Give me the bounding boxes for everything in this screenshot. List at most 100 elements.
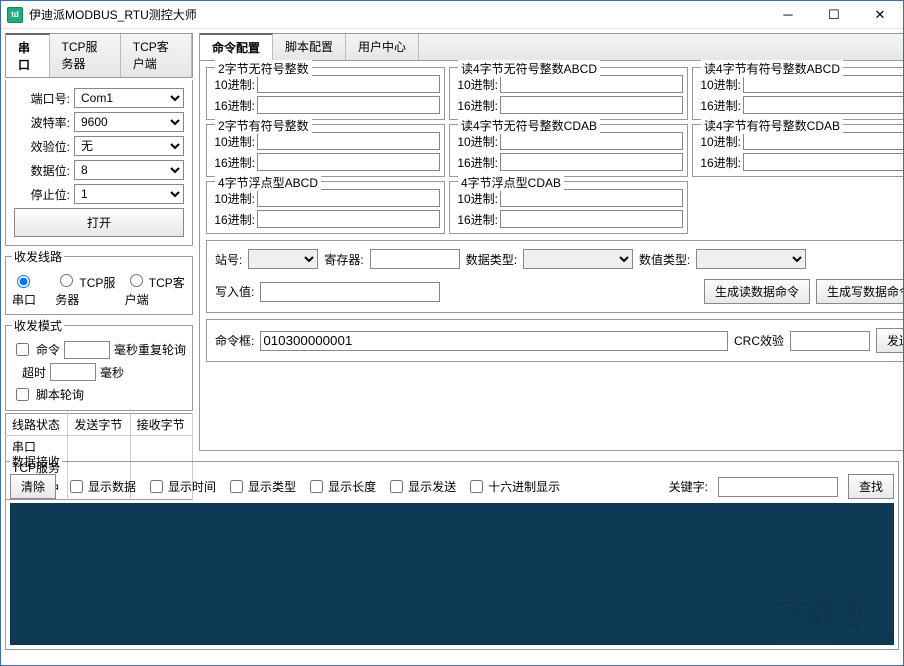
conv-hex-label: 16进制: — [211, 211, 255, 228]
stopbits-select[interactable]: 1 — [74, 184, 184, 204]
conv-title: 读4字节有符号整数ABCD — [701, 60, 843, 77]
conv-box-4: 读4字节无符号整数CDAB10进制:16进制: — [449, 124, 688, 177]
opt-show-data[interactable]: 显示数据 — [66, 477, 136, 496]
conv-dec-input[interactable] — [500, 75, 683, 93]
maximize-button[interactable]: ☐ — [811, 1, 857, 29]
timeout-label: 超时 — [12, 364, 46, 381]
conv-hex-label: 16进制: — [454, 211, 498, 228]
script-checkbox[interactable] — [16, 388, 29, 401]
station-select[interactable] — [248, 249, 318, 269]
minimize-button[interactable]: ─ — [765, 1, 811, 29]
conv-title: 2字节有符号整数 — [215, 117, 312, 134]
tab-script-config[interactable]: 脚本配置 — [273, 34, 346, 60]
keyword-label: 关键字: — [669, 478, 708, 495]
script-check-label: 脚本轮询 — [36, 386, 84, 403]
opt-show-send[interactable]: 显示发送 — [386, 477, 456, 496]
conv-dec-input[interactable] — [743, 75, 903, 93]
cmdframe-input[interactable] — [260, 331, 728, 351]
conv-hex-label: 16进制: — [211, 154, 255, 171]
clear-button[interactable]: 清除 — [10, 474, 56, 499]
valuetype-select[interactable] — [696, 249, 806, 269]
opt-show-time[interactable]: 显示时间 — [146, 477, 216, 496]
parity-select[interactable]: 无 — [74, 136, 184, 156]
conv-dec-input[interactable] — [500, 189, 683, 207]
stats-h0: 线路状态 — [6, 414, 68, 436]
tab-tcp-server[interactable]: TCP服务器 — [50, 34, 121, 77]
mode-fieldset: 收发模式 命令 毫秒重复轮询 超时 毫秒 脚本轮询 — [5, 317, 193, 411]
conv-dec-input[interactable] — [257, 75, 440, 93]
conv-dec-label: 10进制: — [454, 133, 498, 150]
conv-box-6: 4字节浮点型ABCD10进制:16进制: — [206, 181, 445, 234]
writevalue-input[interactable] — [260, 282, 440, 302]
conv-dec-label: 10进制: — [211, 190, 255, 207]
conv-hex-input[interactable] — [257, 96, 440, 114]
datatype-select[interactable] — [523, 249, 633, 269]
conv-hex-input[interactable] — [743, 153, 903, 171]
conv-hex-input[interactable] — [257, 210, 440, 228]
poll-interval-input[interactable] — [64, 341, 110, 359]
databits-select[interactable]: 8 — [74, 160, 184, 180]
baud-select[interactable]: 9600 — [74, 112, 184, 132]
tab-serial[interactable]: 串口 — [6, 33, 50, 77]
databits-label: 数据位: — [14, 162, 70, 179]
register-input[interactable] — [370, 249, 460, 269]
keyword-input[interactable] — [718, 477, 838, 497]
route-tcp-client[interactable]: TCP客户端 — [125, 271, 186, 308]
conv-title: 2字节无符号整数 — [215, 60, 312, 77]
opt-show-len[interactable]: 显示长度 — [306, 477, 376, 496]
tab-cmd-config[interactable]: 命令配置 — [200, 33, 273, 60]
conv-title: 读4字节无符号整数ABCD — [458, 60, 600, 77]
port-label: 端口号: — [14, 90, 70, 107]
builder-box: 站号: 寄存器: 数据类型: 数值类型: 写入值: 生成读数据命令 — [206, 240, 903, 313]
stats-h1: 发送字节 — [68, 414, 130, 436]
conv-box-3: 2字节有符号整数10进制:16进制: — [206, 124, 445, 177]
open-button[interactable]: 打开 — [14, 208, 184, 237]
tab-tcp-client[interactable]: TCP客户端 — [121, 34, 192, 77]
conv-dec-label: 10进制: — [697, 133, 741, 150]
stats-h2: 接收字节 — [130, 414, 192, 436]
stopbits-label: 停止位: — [14, 186, 70, 203]
tab-user-center[interactable]: 用户中心 — [346, 34, 419, 60]
conv-hex-input[interactable] — [257, 153, 440, 171]
conv-box-0: 2字节无符号整数10进制:16进制: — [206, 67, 445, 120]
conv-hex-input[interactable] — [500, 210, 683, 228]
register-label: 寄存器: — [324, 251, 363, 268]
opt-show-type[interactable]: 显示类型 — [226, 477, 296, 496]
poll-unit: 毫秒重复轮询 — [114, 341, 186, 358]
conv-dec-label: 10进制: — [697, 76, 741, 93]
conv-dec-input[interactable] — [257, 132, 440, 150]
conv-hex-input[interactable] — [500, 153, 683, 171]
conv-hex-input[interactable] — [500, 96, 683, 114]
log-area[interactable] — [10, 503, 894, 645]
conv-dec-input[interactable] — [500, 132, 683, 150]
gen-read-button[interactable]: 生成读数据命令 — [704, 279, 810, 304]
cmd-box: 命令框: CRC效验 发送 — [206, 319, 903, 362]
conv-dec-input[interactable] — [257, 189, 440, 207]
route-fieldset: 收发线路 串口 TCP服务器 TCP客户端 — [5, 248, 193, 315]
parity-label: 效验位: — [14, 138, 70, 155]
close-button[interactable]: ✕ — [857, 1, 903, 29]
conv-hex-label: 16进制: — [211, 97, 255, 114]
station-label: 站号: — [215, 251, 242, 268]
conv-title: 读4字节有符号整数CDAB — [701, 117, 843, 134]
search-button[interactable]: 查找 — [848, 474, 894, 499]
writevalue-label: 写入值: — [215, 283, 254, 300]
route-serial[interactable]: 串口 — [12, 272, 47, 308]
gen-write-button[interactable]: 生成写数据命令 — [816, 279, 903, 304]
window-title: 伊迪派MODBUS_RTU测控大师 — [29, 6, 765, 23]
conv-hex-input[interactable] — [743, 96, 903, 114]
conv-title: 4字节浮点型ABCD — [215, 174, 321, 191]
conv-hex-label: 16进制: — [454, 154, 498, 171]
left-tabstrip: 串口 TCP服务器 TCP客户端 — [5, 33, 193, 78]
port-select[interactable]: Com1 — [74, 88, 184, 108]
send-button[interactable]: 发送 — [876, 328, 903, 353]
crc-input[interactable] — [790, 331, 870, 351]
conv-dec-input[interactable] — [743, 132, 903, 150]
right-tabstrip: 命令配置 脚本配置 用户中心 — [199, 33, 903, 61]
route-tcp-server[interactable]: TCP服务器 — [55, 271, 116, 308]
cmd-checkbox[interactable] — [16, 343, 29, 356]
app-icon: td — [7, 7, 23, 23]
conv-dec-label: 10进制: — [454, 76, 498, 93]
opt-hex[interactable]: 十六进制显示 — [466, 477, 560, 496]
timeout-input[interactable] — [50, 363, 96, 381]
